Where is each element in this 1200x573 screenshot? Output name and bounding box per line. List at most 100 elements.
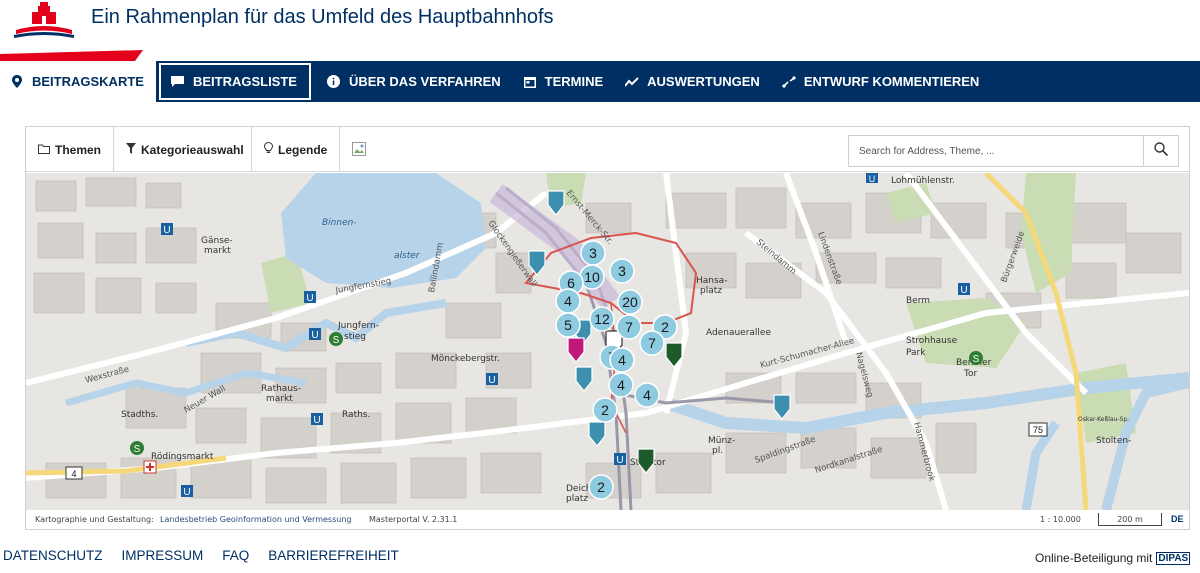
place-label: Stolten- bbox=[1096, 436, 1131, 446]
contribution-cluster[interactable]: 2 bbox=[592, 397, 618, 423]
nav-beitragsliste[interactable]: BEITRAGSLISTE bbox=[158, 63, 311, 100]
contribution-cluster[interactable]: 7 bbox=[639, 330, 665, 356]
map-canvas[interactable]: Binnen- alster Jungfern- stieg Mönckeber… bbox=[26, 173, 1189, 510]
contribution-cluster[interactable]: 3 bbox=[580, 240, 606, 266]
highway-shield-75: 75 bbox=[1028, 422, 1048, 437]
binnenalster-water bbox=[281, 173, 486, 288]
u-bahn-icon: U bbox=[309, 328, 321, 341]
map-pin-icon bbox=[10, 75, 24, 89]
nav-ueber-das-verfahren[interactable]: ÜBER DAS VERFAHREN bbox=[317, 61, 513, 102]
nav-auswertungen[interactable]: AUSWERTUNGEN bbox=[615, 61, 772, 102]
legend-label: Legende bbox=[278, 142, 328, 157]
hamburg-logo[interactable] bbox=[14, 0, 74, 38]
masterportal-version: Masterportal V. 2.31.1 bbox=[369, 515, 458, 524]
place-label: Stadths. bbox=[121, 410, 158, 420]
cluster-count: 3 bbox=[589, 245, 597, 261]
svg-text:4: 4 bbox=[71, 469, 76, 479]
contribution-cluster[interactable]: 20 bbox=[617, 289, 643, 315]
main-nav: BEITRAGSKARTE BEITRAGSLISTE ÜBER DAS VER… bbox=[0, 61, 1200, 102]
nav-label: BEITRAGSKARTE bbox=[32, 74, 144, 89]
contribution-cluster[interactable]: 2 bbox=[588, 474, 614, 500]
place-label: Münz- bbox=[708, 436, 735, 446]
calendar-icon bbox=[523, 75, 537, 89]
contribution-cluster[interactable]: 10 bbox=[579, 264, 605, 290]
faq-link[interactable]: FAQ bbox=[222, 548, 249, 563]
search-button[interactable] bbox=[1143, 135, 1179, 167]
place-label: platz bbox=[700, 286, 722, 296]
cluster-count: 7 bbox=[625, 319, 633, 335]
datenschutz-link[interactable]: DATENSCHUTZ bbox=[3, 548, 103, 563]
contribution-cluster[interactable]: 12 bbox=[589, 306, 615, 332]
category-label: Kategorieauswahl bbox=[141, 142, 244, 157]
cluster-count: 2 bbox=[661, 319, 669, 335]
cluster-count: 4 bbox=[564, 293, 572, 309]
folder-icon bbox=[38, 143, 50, 157]
page-title: Ein Rahmenplan für das Umfeld des Hauptb… bbox=[91, 6, 554, 28]
svg-text:U: U bbox=[488, 375, 495, 386]
place-label: Tor bbox=[963, 369, 977, 379]
attribution-link[interactable]: Landesbetrieb Geoinformation und Vermess… bbox=[160, 515, 351, 524]
hospital-icon bbox=[143, 460, 157, 474]
map-container: Themen Kategorieauswahl Legende Search f… bbox=[25, 126, 1190, 530]
search-icon bbox=[1154, 141, 1169, 161]
cluster-count: 2 bbox=[597, 479, 605, 495]
place-label: Raths. bbox=[342, 410, 370, 420]
map-image[interactable]: Binnen- alster Jungfern- stieg Mönckeber… bbox=[26, 173, 1189, 510]
broken-image-icon bbox=[352, 142, 366, 156]
svg-text:U: U bbox=[960, 285, 967, 296]
category-button[interactable]: Kategorieauswahl bbox=[114, 127, 252, 172]
svg-text:75: 75 bbox=[1033, 425, 1043, 435]
legend-button[interactable]: Legende bbox=[252, 127, 340, 172]
themes-button[interactable]: Themen bbox=[26, 127, 114, 172]
highway-shield-4: 4 bbox=[65, 466, 83, 480]
contribution-cluster[interactable]: 5 bbox=[555, 312, 581, 338]
contribution-cluster[interactable]: 4 bbox=[555, 288, 581, 314]
nav-entwurf-kommentieren[interactable]: ENTWURF KOMMENTIEREN bbox=[772, 61, 992, 102]
s-bahn-icon: S bbox=[969, 351, 983, 365]
place-label: Mönckebergstr. bbox=[431, 354, 500, 364]
svg-text:U: U bbox=[869, 174, 876, 184]
cluster-count: 3 bbox=[618, 263, 626, 279]
svg-text:S: S bbox=[134, 444, 141, 455]
nav-termine[interactable]: TERMINE bbox=[513, 61, 616, 102]
scale-bar: 200 m bbox=[1098, 513, 1162, 526]
u-bahn-icon: U bbox=[311, 413, 323, 426]
cluster-count: 20 bbox=[622, 294, 638, 310]
filter-icon bbox=[126, 142, 136, 157]
place-label: Lohmühlenstr. bbox=[891, 176, 955, 186]
u-bahn-icon: U bbox=[181, 485, 193, 498]
cluster-count: 4 bbox=[643, 387, 651, 403]
language-switch[interactable]: DE bbox=[1171, 514, 1184, 524]
cluster-count: 5 bbox=[564, 317, 572, 333]
place-label: stieg bbox=[344, 332, 366, 342]
u-bahn-icon: U bbox=[161, 223, 173, 236]
scale-ratio: 1 : 10.000 bbox=[1040, 515, 1081, 524]
place-label: Jungfern- bbox=[337, 321, 379, 331]
cluster-count: 4 bbox=[618, 352, 626, 368]
search-input[interactable] bbox=[848, 135, 1144, 167]
place-label: Hansa- bbox=[696, 276, 727, 286]
nav-label: TERMINE bbox=[544, 74, 604, 89]
barrierefreiheit-link[interactable]: BARRIEREFREIHEIT bbox=[268, 548, 399, 563]
map-footer: Kartographie und Gestaltung: Landesbetri… bbox=[26, 510, 1189, 529]
impressum-link[interactable]: IMPRESSUM bbox=[122, 548, 204, 563]
lightbulb-icon bbox=[263, 141, 274, 157]
contribution-cluster[interactable]: 7 bbox=[616, 314, 642, 340]
cluster-count: 10 bbox=[584, 269, 600, 285]
u-bahn-icon: U bbox=[304, 291, 316, 304]
svg-text:S: S bbox=[973, 354, 980, 365]
cluster-count: 12 bbox=[594, 311, 610, 327]
contribution-cluster[interactable]: 4 bbox=[609, 347, 635, 373]
svg-text:U: U bbox=[313, 415, 320, 426]
dipas-logo[interactable]: DIPAS bbox=[1156, 551, 1191, 565]
s-bahn-icon: S bbox=[130, 441, 144, 455]
contribution-cluster[interactable]: 4 bbox=[608, 372, 634, 398]
comment-icon bbox=[171, 75, 185, 89]
svg-text:U: U bbox=[163, 225, 170, 236]
contribution-cluster[interactable]: 3 bbox=[609, 258, 635, 284]
nav-beitragskarte[interactable]: BEITRAGSKARTE bbox=[0, 61, 156, 102]
footer-links: DATENSCHUTZ IMPRESSUM FAQ BARRIEREFREIHE… bbox=[3, 548, 418, 563]
contribution-cluster[interactable]: 4 bbox=[634, 382, 660, 408]
u-bahn-icon: U bbox=[866, 173, 878, 184]
site-header: Ein Rahmenplan für das Umfeld des Hauptb… bbox=[0, 0, 1200, 61]
